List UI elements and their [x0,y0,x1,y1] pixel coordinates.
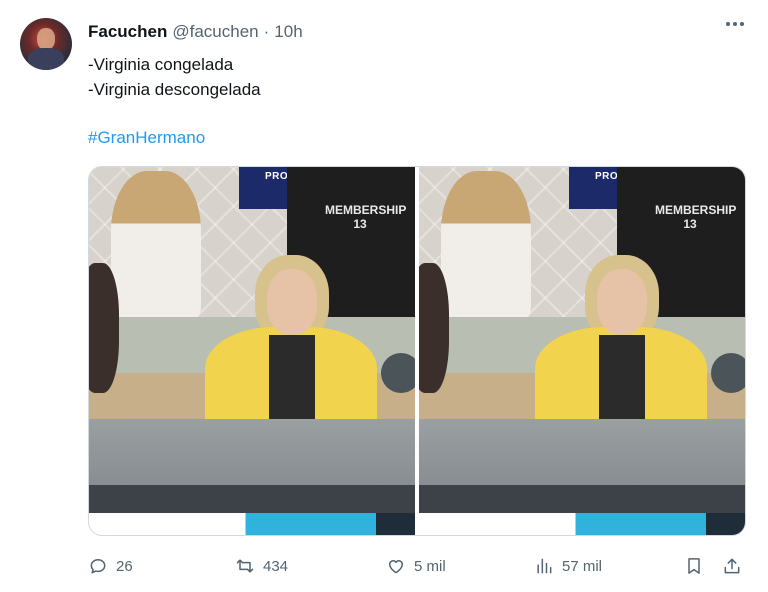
avatar-body [28,48,64,70]
media-image-right[interactable]: PROX MARTES 18.00 MEMBERSHIP 13 [419,167,745,535]
views-icon [537,558,552,574]
retweet-count: 434 [263,557,289,575]
grey-vase [381,353,415,393]
separator-dot: · [263,22,270,41]
more-horizontal-icon[interactable] [726,22,744,26]
retweet-button[interactable]: 434 [235,556,288,576]
timestamp[interactable]: 10h [274,22,302,42]
more-dot [740,22,744,26]
background-person [111,171,201,321]
reply-button[interactable]: 26 [88,556,133,576]
left-person [419,263,449,393]
table-surface [89,419,415,491]
like-count: 5 mil [414,557,446,575]
share-button[interactable] [722,556,742,576]
black-top [269,335,315,431]
author-handle[interactable]: @facuchen [172,22,258,42]
table-edge [419,485,745,515]
shirt-print: MEMBERSHIP 13 [655,203,737,231]
table-surface [419,419,745,491]
table-edge [89,485,415,515]
views-count: 57 mil [562,557,603,575]
bookmark-button[interactable] [684,556,704,576]
hashtag-link[interactable]: #GranHermano [88,128,205,148]
background-person [441,171,531,321]
action-bar: 26 434 5 mil 57 mil [88,556,746,578]
share-icon [724,558,740,574]
woman-face [597,269,647,335]
more-dot [726,22,730,26]
avatar-face [37,28,55,50]
more-dot [733,22,737,26]
bookmark-icon [688,558,700,574]
tweet-line: -Virginia congelada [88,55,234,74]
media-grid: PROX MARTES 18.00 MEMBERSHIP 13 PROX MAR… [88,166,746,536]
media-image-left[interactable]: PROX MARTES 18.00 MEMBERSHIP 13 [89,167,415,535]
tweet-line: -Virginia descongelada [88,80,261,99]
like-button[interactable]: 5 mil [386,556,446,576]
left-person [89,263,119,393]
reply-icon [90,559,106,574]
retweet-icon [236,559,254,573]
heart-icon [389,560,403,574]
views-button[interactable]: 57 mil [534,556,602,576]
black-top [599,335,645,431]
shirt-print: MEMBERSHIP 13 [325,203,407,231]
reply-count: 26 [116,557,133,575]
broadcast-bar [419,513,745,535]
avatar[interactable] [20,18,72,70]
broadcast-bar [89,513,415,535]
grey-vase [711,353,745,393]
woman-face [267,269,317,335]
author-name[interactable]: Facuchen [88,22,167,42]
tweet-text: -Virginia congelada -Virginia descongela… [88,52,261,102]
tweet-header: Facuchen @facuchen · 10h [88,22,303,42]
